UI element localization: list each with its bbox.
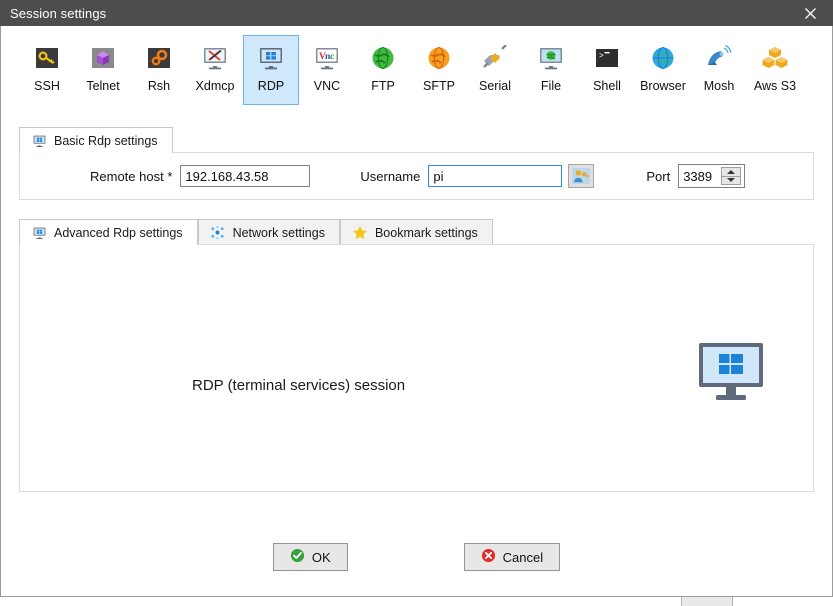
resize-grip[interactable] <box>681 597 733 606</box>
x-circle-icon <box>481 548 496 566</box>
port-label: Port <box>646 168 671 184</box>
rdp-monitor-icon <box>255 42 287 74</box>
protocol-aws-s3[interactable]: Aws S3 <box>747 35 803 105</box>
port-stepper[interactable]: 3389 <box>678 164 746 188</box>
sftp-globe-icon <box>423 42 455 74</box>
tab-advanced-rdp-settings[interactable]: Advanced Rdp settings <box>19 219 198 245</box>
dialog-footer: OK Cancel <box>1 518 832 596</box>
check-circle-icon <box>290 548 305 566</box>
rdp-monitor-icon <box>31 225 47 241</box>
protocol-label: SSH <box>34 79 60 93</box>
user-key-icon[interactable] <box>568 164 595 188</box>
protocol-telnet[interactable]: Telnet <box>75 35 131 105</box>
protocol-shell[interactable]: > Shell <box>579 35 635 105</box>
svg-text:c: c <box>330 52 334 62</box>
tab-label: Advanced Rdp settings <box>54 225 183 240</box>
port-increment-button[interactable] <box>721 167 742 177</box>
advanced-settings-group: Advanced Rdp settings Network settings B… <box>19 218 814 518</box>
protocol-label: Shell <box>593 79 621 93</box>
cancel-button[interactable]: Cancel <box>463 543 561 571</box>
advanced-tabrow: Advanced Rdp settings Network settings B… <box>19 218 814 245</box>
port-decrement-button[interactable] <box>721 176 742 185</box>
windows-monitor-icon <box>697 341 765 406</box>
window-bottom-edge <box>0 596 833 606</box>
protocol-toolbar: SSH Telnet Rsh Xdmcp RDP V n c VNC FTP S… <box>1 26 832 110</box>
ok-button-label: OK <box>311 549 331 565</box>
basic-tabrow: Basic Rdp settings <box>19 126 814 153</box>
dialog-body: SSH Telnet Rsh Xdmcp RDP V n c VNC FTP S… <box>0 26 833 596</box>
rsh-gears-icon <box>143 42 175 74</box>
protocol-label: Rsh <box>147 79 171 93</box>
vnc-monitor-icon: V n c <box>311 42 343 74</box>
protocol-browser[interactable]: Browser <box>635 35 691 105</box>
chevron-down-icon <box>727 178 736 183</box>
advanced-settings-panel: RDP (terminal services) session <box>19 244 814 492</box>
close-glyph <box>804 7 816 19</box>
session-description: RDP (terminal services) session <box>192 377 406 394</box>
protocol-mosh[interactable]: Mosh <box>691 35 747 105</box>
browser-globe-icon <box>647 42 679 74</box>
mosh-satellite-icon <box>703 42 735 74</box>
protocol-label: Xdmcp <box>195 79 235 93</box>
rdp-monitor-icon <box>31 133 47 149</box>
serial-plug-icon <box>479 42 511 74</box>
protocol-ssh[interactable]: SSH <box>19 35 75 105</box>
remote-host-input[interactable] <box>180 165 311 187</box>
shell-terminal-icon: > <box>591 42 623 74</box>
ok-button[interactable]: OK <box>272 543 348 571</box>
titlebar: Session settings <box>0 0 833 26</box>
file-monitor-icon <box>535 42 567 74</box>
star-icon <box>352 225 368 241</box>
protocol-label: Serial <box>479 79 511 93</box>
protocol-label: Browser <box>640 79 686 93</box>
cancel-button-label: Cancel <box>502 549 544 565</box>
telnet-cube-icon <box>87 42 119 74</box>
protocol-label: SFTP <box>423 79 455 93</box>
aws-s3-cubes-icon <box>759 42 791 74</box>
protocol-xdmcp[interactable]: Xdmcp <box>187 35 243 105</box>
svg-text:>: > <box>599 52 604 61</box>
ftp-globe-icon <box>367 42 399 74</box>
port-stepper-buttons <box>721 167 742 185</box>
tab-bookmark-settings[interactable]: Bookmark settings <box>339 219 493 245</box>
network-nodes-icon <box>210 225 226 241</box>
protocol-vnc[interactable]: V n c VNC <box>299 35 355 105</box>
tab-label: Basic Rdp settings <box>54 133 158 148</box>
protocol-label: FTP <box>371 79 395 93</box>
protocol-rsh[interactable]: Rsh <box>131 35 187 105</box>
protocol-ftp[interactable]: FTP <box>355 35 411 105</box>
protocol-label: RDP <box>257 79 285 93</box>
protocol-label: Telnet <box>86 79 120 93</box>
username-input[interactable] <box>428 165 563 187</box>
protocol-sftp[interactable]: SFTP <box>411 35 467 105</box>
tab-label: Bookmark settings <box>374 225 478 240</box>
window-title: Session settings <box>10 5 107 21</box>
tab-basic-rdp-settings[interactable]: Basic Rdp settings <box>19 127 173 153</box>
port-value: 3389 <box>683 168 713 184</box>
protocol-label: VNC <box>313 79 341 93</box>
chevron-up-icon <box>727 169 736 174</box>
xdmcp-monitor-icon <box>199 42 231 74</box>
basic-settings-panel: Remote host * Username Port 3389 <box>19 152 814 200</box>
tab-label: Network settings <box>232 225 325 240</box>
protocol-label: Mosh <box>703 79 735 93</box>
protocol-rdp[interactable]: RDP <box>243 35 299 105</box>
protocol-file[interactable]: File <box>523 35 579 105</box>
protocol-label: Aws S3 <box>753 79 797 93</box>
protocol-serial[interactable]: Serial <box>467 35 523 105</box>
ssh-key-icon <box>31 42 63 74</box>
basic-settings-group: Basic Rdp settings Remote host * Usernam… <box>19 126 814 200</box>
session-settings-dialog: Session settings SSH Telnet Rsh Xdmcp RD… <box>0 0 833 606</box>
tab-network-settings[interactable]: Network settings <box>197 219 340 245</box>
close-icon[interactable] <box>787 0 833 26</box>
protocol-label: File <box>540 79 562 93</box>
remote-host-label: Remote host * <box>90 168 173 184</box>
username-label: Username <box>360 168 421 184</box>
